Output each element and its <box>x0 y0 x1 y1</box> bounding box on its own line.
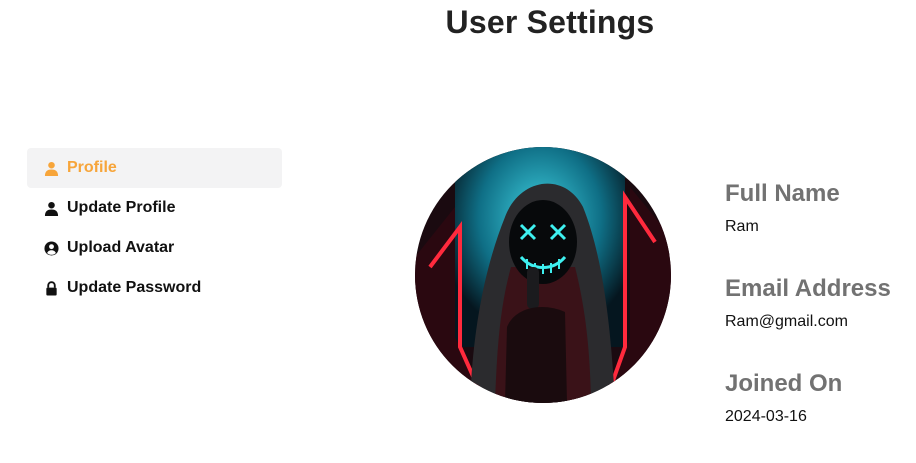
joined-label: Joined On <box>725 370 843 397</box>
sidebar-item-label: Profile <box>67 159 117 176</box>
email-label: Email Address <box>725 275 891 302</box>
sidebar-item-label: Update Password <box>67 279 202 296</box>
sidebar-item-label: Update Profile <box>67 199 176 216</box>
avatar <box>415 147 671 403</box>
full-name-label: Full Name <box>725 180 840 207</box>
user-icon <box>43 200 59 216</box>
sidebar-item-update-profile[interactable]: Update Profile <box>27 188 282 228</box>
full-name-value: Ram <box>725 218 759 235</box>
profile-info: Full Name Ram Email Address Ram@gmail.co… <box>725 178 905 463</box>
user-icon <box>43 160 59 176</box>
sidebar-item-update-password[interactable]: Update Password <box>27 268 282 308</box>
avatar-image <box>415 147 671 403</box>
sidebar-item-profile[interactable]: Profile <box>27 148 282 188</box>
email-section: Email Address Ram@gmail.com <box>725 273 905 368</box>
page-title: User Settings <box>445 4 655 40</box>
full-name-section: Full Name Ram <box>725 178 905 273</box>
settings-sidebar: Profile Update Profile Upload Avatar Upd… <box>27 148 282 308</box>
joined-value: 2024-03-16 <box>725 408 807 425</box>
lock-icon <box>43 280 59 296</box>
email-value: Ram@gmail.com <box>725 313 848 330</box>
user-circle-icon <box>43 240 59 256</box>
sidebar-item-upload-avatar[interactable]: Upload Avatar <box>27 228 282 268</box>
sidebar-item-label: Upload Avatar <box>67 239 175 256</box>
joined-section: Joined On 2024-03-16 <box>725 368 905 463</box>
